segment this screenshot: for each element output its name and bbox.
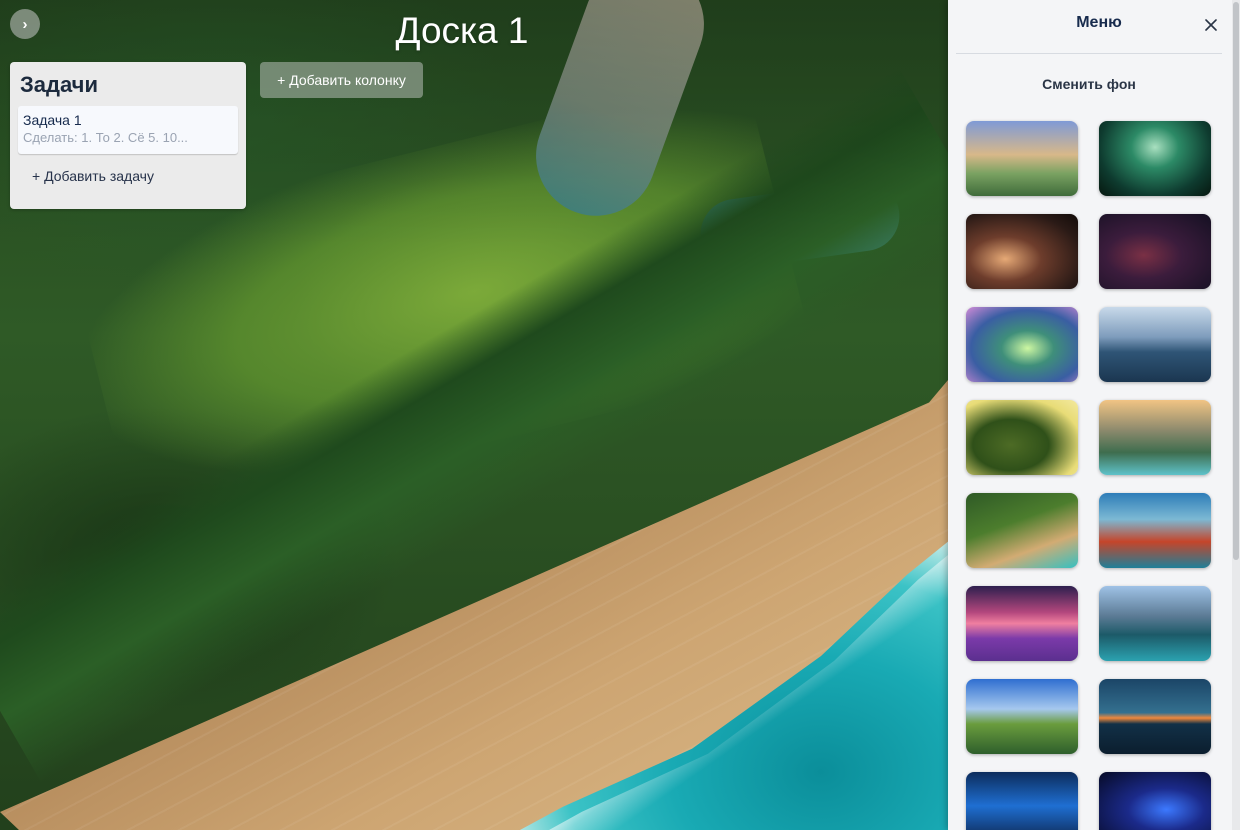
menu-close-button[interactable] <box>1200 14 1222 36</box>
background-thumb-red-rocks-lake[interactable] <box>1099 493 1211 568</box>
background-thumb-blue-night-moon[interactable] <box>966 772 1078 830</box>
background-thumbnails <box>966 121 1212 830</box>
background-thumb-magical-floating-island[interactable] <box>966 307 1078 382</box>
background-thumb-sunset-river[interactable] <box>1099 679 1211 754</box>
background-thumb-crater-lake[interactable] <box>1099 307 1211 382</box>
task-description: Сделать: 1. То 2. Сё 5. 10... <box>23 130 188 145</box>
menu-scrollbar[interactable] <box>1232 0 1240 830</box>
board-title[interactable]: Доска 1 <box>300 10 624 52</box>
column-tasks: Задачи Задача 1 Сделать: 1. То 2. Сё 5. … <box>10 62 246 209</box>
menu-scrollbar-thumb[interactable] <box>1233 2 1239 560</box>
task-title: Задача 1 <box>23 112 82 128</box>
task-card[interactable]: Задача 1 Сделать: 1. То 2. Сё 5. 10... <box>18 106 238 154</box>
background-thumb-green-forest-cave[interactable] <box>1099 121 1211 196</box>
chevron-right-icon: › <box>22 15 28 33</box>
add-task-button[interactable]: + Добавить задачу <box>32 168 154 184</box>
background-thumb-blue-planet-horizon[interactable] <box>1099 772 1211 830</box>
background-thumb-mountain-lake[interactable] <box>1099 586 1211 661</box>
background-thumb-fantasy-castle[interactable] <box>966 121 1078 196</box>
add-column-button[interactable]: + Добавить колонку <box>260 62 423 98</box>
background-thumb-waterfall-cliffs[interactable] <box>1099 400 1211 475</box>
background-thumb-lavender-field-starry-sky[interactable] <box>966 586 1078 661</box>
menu-panel: Меню Сменить фон <box>948 0 1240 830</box>
background-thumb-dark-fantasy-knight[interactable] <box>966 214 1078 289</box>
close-icon <box>1205 19 1217 31</box>
column-title[interactable]: Задачи <box>20 72 236 98</box>
menu-header: Меню <box>956 0 1222 54</box>
background-thumb-giant-tree[interactable] <box>966 400 1078 475</box>
background-thumb-dark-crimson-forest[interactable] <box>1099 214 1211 289</box>
menu-title: Меню <box>1076 14 1122 31</box>
background-thumb-aerial-coast-beach[interactable] <box>966 493 1078 568</box>
change-background-heading: Сменить фон <box>1042 76 1136 92</box>
sidebar-toggle-button[interactable]: › <box>10 9 40 39</box>
background-thumb-meadow-pond[interactable] <box>966 679 1078 754</box>
